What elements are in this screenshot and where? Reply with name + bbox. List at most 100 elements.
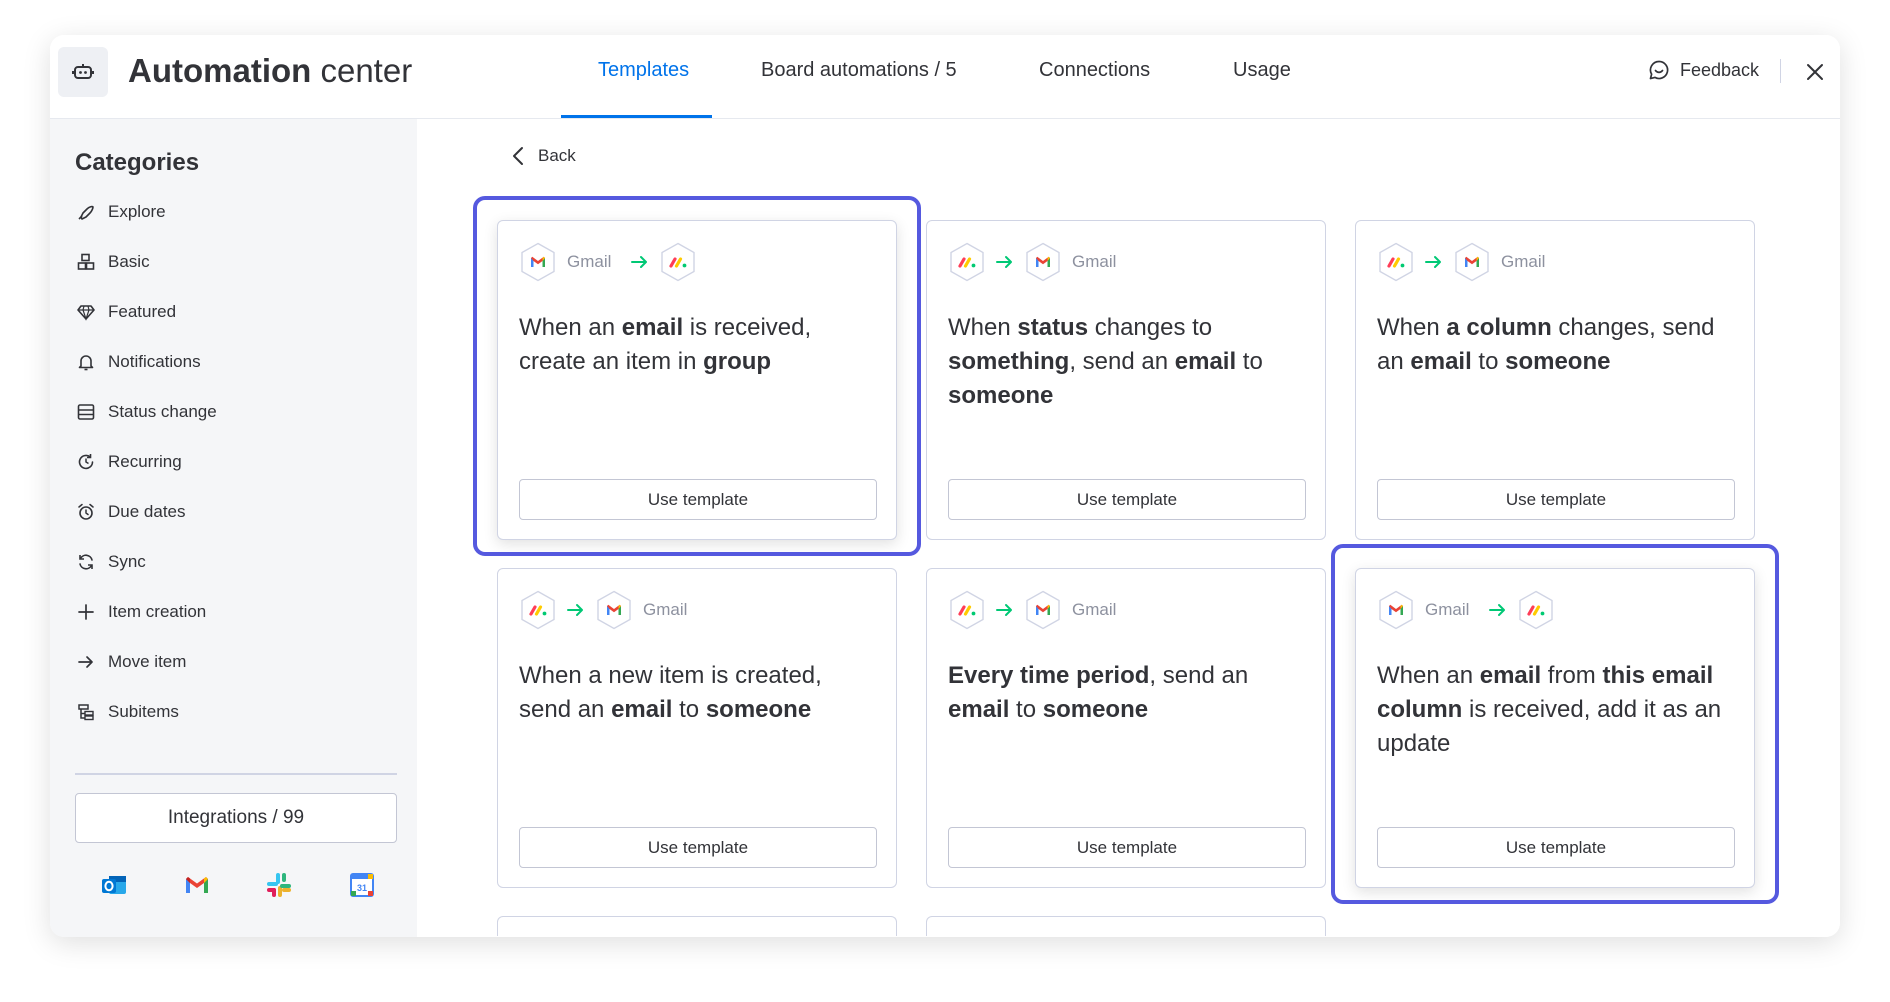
sidebar-item-status-change[interactable]: Status change [75, 397, 217, 427]
use-template-button[interactable]: Use template [1377, 479, 1735, 520]
gmail-label: Gmail [1072, 252, 1117, 271]
template-description: When a column changes, send an email to … [1377, 314, 1715, 375]
use-template-button[interactable]: Use template [519, 479, 877, 520]
outlook-icon[interactable] [100, 871, 128, 899]
sidebar-item-label: Featured [108, 302, 177, 321]
gmail-icon [1377, 590, 1415, 630]
gmail-label: Gmail [567, 252, 612, 271]
page-title: Automation center [128, 52, 413, 89]
arrow-right-icon [75, 651, 97, 673]
close-icon [1807, 64, 1823, 80]
blocks-icon [75, 251, 97, 273]
sidebar-item-label: Item creation [108, 602, 207, 621]
active-tab-indicator [561, 115, 712, 118]
sidebar-item-subitems[interactable]: Subitems [75, 697, 179, 727]
sync-icon [75, 551, 97, 573]
categories-sidebar: Categories Explore Basic Featured Notifi… [50, 119, 417, 937]
gmail-icon [1453, 242, 1491, 282]
sidebar-item-label: Notifications [108, 352, 201, 371]
subitems-icon [75, 701, 97, 723]
template-card[interactable]: Gmail When status changes to something, s… [926, 220, 1326, 540]
gmail-label: Gmail [1501, 252, 1546, 271]
template-description: When a new item is created, send an emai… [519, 662, 822, 723]
arrow-right-icon [996, 603, 1014, 617]
sidebar-item-label: Basic [108, 252, 150, 271]
template-description: When an email is received, create an ite… [519, 314, 812, 375]
arrow-right-icon [1425, 255, 1443, 269]
feedback-label: Feedback [1680, 59, 1760, 80]
tab-usage[interactable]: Usage [1233, 59, 1291, 119]
sidebar-item-item-creation[interactable]: Item creation [75, 597, 206, 627]
rocket-icon [75, 201, 97, 223]
tab-board-automations[interactable]: Board automations / 5 [761, 59, 957, 119]
svg-text:31: 31 [357, 883, 367, 893]
monday-icon [519, 590, 557, 630]
template-card[interactable]: Gmail When a new item is created, send an… [497, 568, 897, 888]
gmail-icon[interactable] [183, 871, 211, 899]
automation-center-window: Automation center Templates Board automa… [50, 35, 1840, 937]
arrow-right-icon [1489, 603, 1507, 617]
integration-flow: Gmail [519, 242, 697, 282]
sidebar-divider [75, 773, 397, 775]
monday-icon [1377, 242, 1415, 282]
gmail-icon [595, 590, 633, 630]
integration-flow: Gmail [948, 590, 1126, 630]
close-button[interactable] [1800, 57, 1830, 87]
integrations-button[interactable]: Integrations / 99 [75, 793, 397, 843]
use-template-button[interactable]: Use template [948, 827, 1306, 868]
plus-icon [75, 601, 97, 623]
google-calendar-icon[interactable]: 31 [348, 871, 376, 899]
gmail-icon [1024, 590, 1062, 630]
feedback-button[interactable]: Feedback [1648, 59, 1759, 81]
back-label: Back [538, 146, 576, 165]
template-description: When an email from this email column is … [1377, 662, 1722, 757]
integration-flow: Gmail [948, 242, 1126, 282]
sidebar-item-label: Move item [108, 652, 187, 671]
sidebar-item-label: Explore [108, 202, 166, 221]
categories-title: Categories [75, 149, 200, 176]
sidebar-item-label: Due dates [108, 502, 186, 521]
gmail-label: Gmail [1072, 600, 1117, 619]
template-card[interactable]: Gmail When an email from this email colum… [1355, 568, 1755, 888]
use-template-button[interactable]: Use template [519, 827, 877, 868]
sidebar-item-recurring[interactable]: Recurring [75, 447, 182, 477]
sidebar-item-label: Sync [108, 552, 146, 571]
template-card[interactable]: Gmail When an email is received, create a… [497, 220, 897, 540]
alarm-icon [75, 501, 97, 523]
use-template-button[interactable]: Use template [948, 479, 1306, 520]
template-card-partial[interactable] [497, 916, 897, 936]
arrow-right-icon [567, 603, 585, 617]
slack-icon[interactable] [265, 871, 293, 899]
gmail-label: Gmail [643, 600, 688, 619]
sidebar-item-sync[interactable]: Sync [75, 547, 146, 577]
template-description: When status changes to something, send a… [948, 314, 1263, 409]
back-button[interactable]: Back [512, 146, 576, 166]
template-card[interactable]: Gmail Every time period, send an email to… [926, 568, 1326, 888]
monday-icon [948, 242, 986, 282]
sidebar-item-explore[interactable]: Explore [75, 197, 166, 227]
integration-flow: Gmail [519, 590, 697, 630]
arrow-right-icon [996, 255, 1014, 269]
sidebar-item-due-dates[interactable]: Due dates [75, 497, 186, 527]
sidebar-item-featured[interactable]: Featured [75, 297, 176, 327]
sidebar-item-label: Status change [108, 402, 217, 421]
tab-templates[interactable]: Templates [598, 59, 689, 119]
integration-flow: Gmail [1377, 590, 1555, 630]
sidebar-item-move-item[interactable]: Move item [75, 647, 186, 677]
tab-connections[interactable]: Connections [1039, 59, 1150, 119]
arrow-right-icon [631, 255, 649, 269]
templates-panel: Back Gmail When an email is received, cre… [417, 119, 1840, 937]
template-card-partial[interactable] [926, 916, 1326, 936]
template-card[interactable]: Gmail When a column changes, send an emai… [1355, 220, 1755, 540]
sidebar-item-label: Recurring [108, 452, 182, 471]
header-divider [1780, 59, 1781, 83]
use-template-button[interactable]: Use template [1377, 827, 1735, 868]
sidebar-item-basic[interactable]: Basic [75, 247, 150, 277]
sidebar-item-notifications[interactable]: Notifications [75, 347, 201, 377]
gmail-icon [1024, 242, 1062, 282]
diamond-icon [75, 301, 97, 323]
feedback-icon [1649, 60, 1669, 80]
gmail-icon [519, 242, 557, 282]
monday-icon [948, 590, 986, 630]
monday-icon [1517, 590, 1555, 630]
